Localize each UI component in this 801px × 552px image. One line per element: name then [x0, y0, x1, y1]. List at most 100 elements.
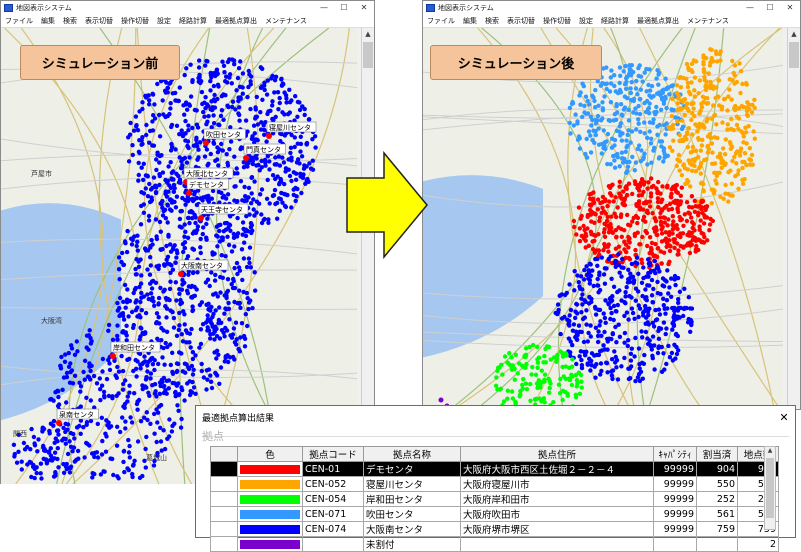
- header-address[interactable]: 拠点住所: [460, 446, 654, 462]
- point-marker: [619, 150, 625, 155]
- point-marker: [567, 105, 573, 111]
- point-marker: [512, 377, 517, 382]
- point-marker: [253, 288, 258, 293]
- scroll-up-icon[interactable]: ▲: [788, 28, 800, 40]
- scroll-up-icon[interactable]: ▲: [362, 28, 374, 40]
- point-marker: [217, 122, 222, 128]
- header-name[interactable]: 拠点名称: [363, 446, 461, 462]
- center-marker[interactable]: [178, 271, 184, 277]
- point-marker: [185, 107, 190, 112]
- menu-operation-switch[interactable]: 操作切替: [539, 16, 575, 26]
- menu-search[interactable]: 検索: [481, 16, 503, 26]
- point-marker: [274, 162, 279, 167]
- point-marker: [72, 373, 78, 378]
- point-marker: [115, 424, 120, 429]
- scroll-thumb[interactable]: [363, 42, 373, 68]
- menu-file[interactable]: ファイル: [423, 16, 459, 26]
- close-icon[interactable]: ✕: [780, 1, 800, 14]
- point-marker: [616, 244, 622, 249]
- table-row[interactable]: CEN-071吹田センタ大阪府吹田市99999561561: [210, 506, 779, 522]
- menu-settings[interactable]: 設定: [575, 16, 597, 26]
- point-marker: [684, 101, 690, 106]
- menu-operation-switch[interactable]: 操作切替: [117, 16, 153, 26]
- point-marker: [641, 155, 646, 160]
- point-marker: [661, 284, 667, 289]
- menu-route-calc[interactable]: 経路計算: [597, 16, 633, 26]
- menu-search[interactable]: 検索: [59, 16, 81, 26]
- center-marker[interactable]: [56, 420, 62, 426]
- header-capacity[interactable]: ｷｬﾊﾟｼﾃｨ: [653, 446, 697, 462]
- header-code[interactable]: 拠点コード: [302, 446, 364, 462]
- menu-optimal-base[interactable]: 最適拠点算出: [633, 16, 683, 26]
- close-icon[interactable]: ✕: [354, 1, 374, 14]
- point-marker: [624, 79, 629, 85]
- minimize-icon[interactable]: —: [314, 1, 334, 14]
- point-marker: [165, 436, 170, 441]
- point-marker: [171, 315, 177, 321]
- menu-settings[interactable]: 設定: [153, 16, 175, 26]
- point-marker: [601, 311, 606, 316]
- menu-file[interactable]: ファイル: [1, 16, 37, 26]
- point-marker: [607, 336, 612, 341]
- menu-optimal-base[interactable]: 最適拠点算出: [211, 16, 261, 26]
- header-assigned[interactable]: 割当済: [696, 446, 738, 462]
- table-row[interactable]: CEN-074大阪南センタ大阪府堺市堺区99999759759: [210, 521, 779, 537]
- vertical-scrollbar[interactable]: ▲: [787, 28, 800, 409]
- point-marker: [148, 421, 153, 426]
- center-marker[interactable]: [266, 133, 272, 139]
- point-marker: [600, 205, 605, 210]
- center-marker[interactable]: [203, 140, 209, 146]
- point-marker: [90, 471, 95, 476]
- minimize-icon[interactable]: —: [740, 1, 760, 14]
- menu-maintenance[interactable]: メンテナンス: [683, 16, 733, 26]
- point-marker: [669, 107, 674, 112]
- menu-maintenance[interactable]: メンテナンス: [261, 16, 311, 26]
- point-marker: [168, 160, 173, 165]
- table-row[interactable]: CEN-052寝屋川センタ大阪府寝屋川市99999550550: [210, 476, 779, 492]
- table-row[interactable]: 未割付 2: [210, 536, 779, 552]
- point-marker: [652, 258, 658, 264]
- menu-view-switch[interactable]: 表示切替: [503, 16, 539, 26]
- address-cell: [460, 536, 654, 552]
- point-marker: [84, 345, 89, 350]
- menu-view-switch[interactable]: 表示切替: [81, 16, 117, 26]
- table-row[interactable]: CEN-01デモセンタ大阪府大阪市西区土佐堀２－２－４99999904904: [210, 461, 779, 477]
- point-marker: [573, 315, 578, 321]
- maximize-icon[interactable]: ☐: [334, 1, 354, 14]
- close-icon[interactable]: ✕: [773, 411, 795, 424]
- point-marker: [624, 145, 629, 150]
- menu-bar: ファイル 編集 検索 表示切替 操作切替 設定 経路計算 最適拠点算出 メンテナ…: [423, 14, 800, 28]
- point-marker: [676, 209, 681, 215]
- point-marker: [177, 310, 182, 316]
- point-marker: [142, 415, 147, 420]
- scroll-up-icon[interactable]: ▲: [765, 447, 775, 457]
- center-marker[interactable]: [110, 353, 116, 359]
- scroll-thumb[interactable]: [766, 458, 774, 518]
- map-canvas-after[interactable]: [423, 28, 783, 411]
- table-scrollbar[interactable]: ▲: [764, 446, 776, 530]
- point-marker: [619, 138, 625, 143]
- point-marker: [95, 455, 101, 460]
- center-marker[interactable]: [243, 155, 249, 161]
- menu-edit[interactable]: 編集: [37, 16, 59, 26]
- scroll-thumb[interactable]: [789, 42, 799, 68]
- center-marker[interactable]: [198, 215, 204, 221]
- maximize-icon[interactable]: ☐: [760, 1, 780, 14]
- point-marker: [181, 280, 187, 285]
- table-row[interactable]: CEN-054岸和田センタ大阪府岸和田市99999252252: [210, 491, 779, 507]
- point-marker: [666, 125, 672, 130]
- menu-route-calc[interactable]: 経路計算: [175, 16, 211, 26]
- point-marker: [576, 205, 582, 210]
- point-marker: [607, 118, 613, 124]
- point-marker: [215, 145, 220, 150]
- point-marker: [678, 243, 683, 249]
- point-marker: [686, 295, 691, 300]
- point-marker: [710, 150, 715, 155]
- menu-edit[interactable]: 編集: [459, 16, 481, 26]
- point-marker: [698, 218, 703, 223]
- point-marker: [633, 247, 638, 253]
- point-marker: [650, 356, 655, 361]
- center-marker[interactable]: [186, 190, 192, 196]
- point-marker: [295, 114, 300, 120]
- header-color[interactable]: 色: [237, 446, 303, 462]
